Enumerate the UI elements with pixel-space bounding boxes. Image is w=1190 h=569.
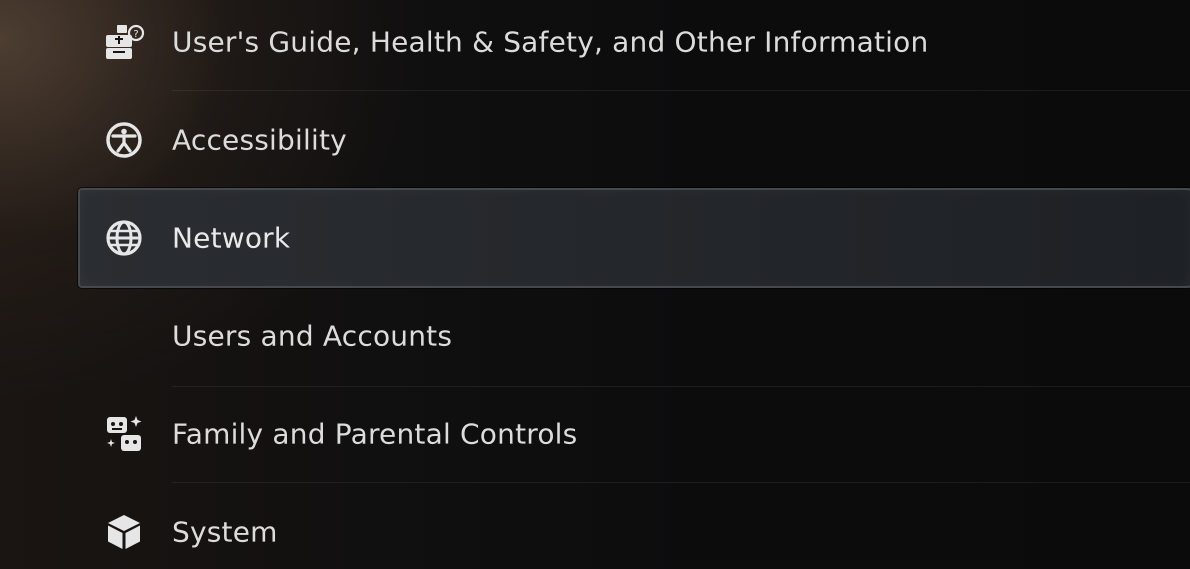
accessibility-icon (102, 118, 146, 162)
menu-item-network[interactable]: Network (78, 188, 1190, 288)
guide-icon: ? (102, 20, 146, 64)
family-controls-icon (102, 412, 146, 456)
divider (172, 90, 1190, 91)
settings-menu: ? User's Guide, Health & Safety, and Oth… (0, 0, 1190, 569)
divider (172, 482, 1190, 483)
menu-item-accessibility[interactable]: Accessibility (80, 92, 1190, 188)
menu-item-label: System (172, 515, 278, 549)
svg-text:?: ? (133, 29, 138, 40)
menu-item-label: Accessibility (172, 123, 347, 157)
menu-item-label: Network (172, 221, 291, 255)
globe-icon (102, 216, 146, 260)
menu-item-label: Family and Parental Controls (172, 417, 578, 451)
menu-item-label: Users and Accounts (172, 319, 453, 353)
menu-item-family-parental-controls[interactable]: Family and Parental Controls (80, 386, 1190, 482)
menu-item-label: User's Guide, Health & Safety, and Other… (172, 25, 929, 59)
menu-item-users-guide[interactable]: ? User's Guide, Health & Safety, and Oth… (80, 0, 1190, 90)
cube-icon (102, 510, 146, 554)
menu-item-users-and-accounts[interactable]: Users and Accounts (80, 288, 1190, 384)
menu-item-system[interactable]: System (80, 484, 1190, 569)
